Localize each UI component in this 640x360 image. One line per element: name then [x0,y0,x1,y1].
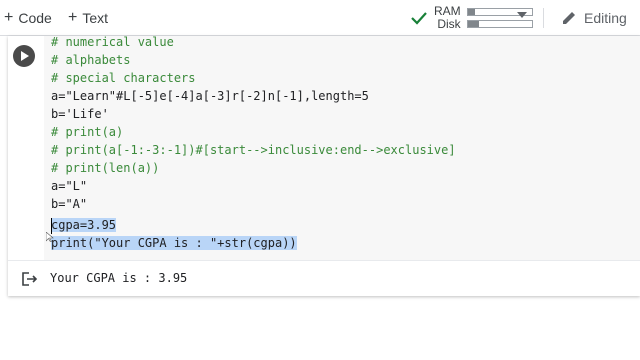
code-line: a="L" [51,179,88,193]
code-cell[interactable]: # numerical value # alphabets # special … [8,35,640,296]
output-text: Your CGPA is : 3.95 [50,271,188,285]
editing-mode-button[interactable]: Editing [560,9,627,27]
ram-bar-fill [467,9,476,15]
plus-icon: + [68,9,78,26]
code-line: # numerical value [51,35,174,49]
add-text-button[interactable]: + Text [68,9,108,27]
toolbar-divider [543,8,544,28]
run-cell-button[interactable] [13,45,35,67]
code-line: # print(a[-1:-3:-1])#[start-->inclusive:… [51,143,456,157]
selected-text: cgpa=3.95 [51,218,117,232]
play-icon [21,51,29,61]
selected-text: print("Your CGPA is : "+str(cgpa)) [51,236,297,250]
resource-status[interactable]: RAM Disk [410,4,533,32]
disk-bar [466,20,533,28]
cell-gutter [8,36,44,260]
code-line: a="Learn"#L[-5]e[-4]a[-3]r[-2]n[-1],leng… [51,89,369,103]
resource-labels: RAM Disk [434,5,461,31]
chevron-down-icon[interactable] [517,12,527,18]
code-editor[interactable]: # numerical value # alphabets # special … [44,35,640,260]
code-line: b="A" [51,197,88,211]
check-icon [411,12,427,25]
code-line: # alphabets [51,53,131,67]
plus-icon: + [4,9,14,26]
code-line: # print(len(a)) [51,161,160,175]
resource-bars [466,6,533,30]
disk-label: Disk [437,17,461,31]
mouse-cursor-icon [46,232,54,242]
code-line-selected: print("Your CGPA is : "+str(cgpa)) [51,234,297,252]
toolbar: + Code + Text RAM Disk Editing [0,0,640,36]
code-line: # print(a) [51,125,124,139]
output-icon[interactable] [20,270,38,288]
editing-label: Editing [584,10,627,26]
cell-output: Your CGPA is : 3.95 [8,260,640,296]
pencil-icon [563,12,575,24]
code-line: b='Life' [51,107,109,121]
add-code-label: Code [18,10,52,26]
code-line-selected: cgpa=3.95 [51,216,117,234]
disk-bar-fill [467,21,480,27]
code-line: # special characters [51,71,196,85]
add-text-label: Text [82,10,109,26]
add-code-button[interactable]: + Code [4,9,52,27]
